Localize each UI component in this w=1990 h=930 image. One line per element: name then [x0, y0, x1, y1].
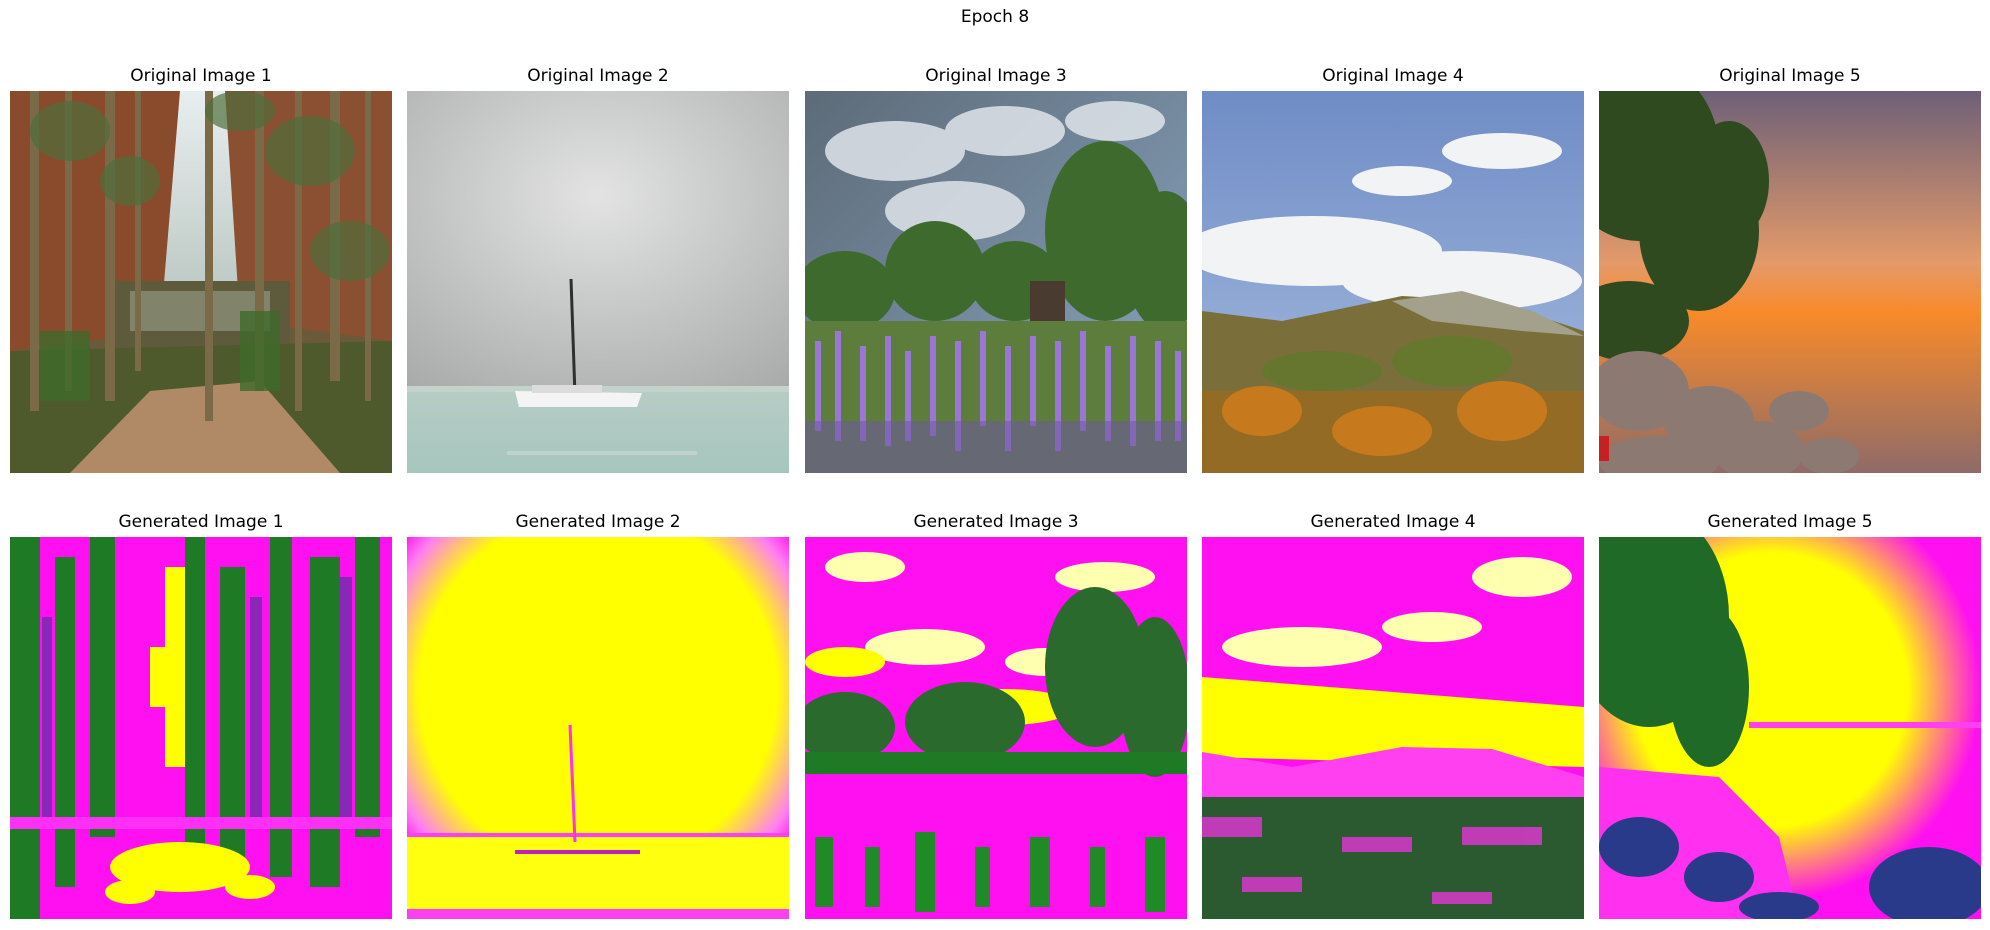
original-image-3 — [805, 91, 1187, 473]
original-title-1: Original Image 1 — [130, 66, 272, 86]
original-title-5: Original Image 5 — [1719, 66, 1861, 86]
generated-image-5 — [1599, 537, 1981, 919]
generated-image-3 — [805, 537, 1187, 919]
original-title-3: Original Image 3 — [925, 66, 1067, 86]
original-image-5 — [1599, 91, 1981, 473]
generated-image-1 — [10, 537, 392, 919]
original-title-4: Original Image 4 — [1322, 66, 1464, 86]
original-image-2 — [407, 91, 789, 473]
original-image-4 — [1202, 91, 1584, 473]
generated-title-2: Generated Image 2 — [515, 512, 681, 532]
generated-image-4 — [1202, 537, 1584, 919]
generated-title-5: Generated Image 5 — [1707, 512, 1873, 532]
generated-title-3: Generated Image 3 — [913, 512, 1079, 532]
generated-title-1: Generated Image 1 — [118, 512, 284, 532]
figure-title: Epoch 8 — [960, 7, 1030, 27]
generated-title-4: Generated Image 4 — [1310, 512, 1476, 532]
generated-image-2 — [407, 537, 789, 919]
original-image-1 — [10, 91, 392, 473]
original-title-2: Original Image 2 — [527, 66, 669, 86]
